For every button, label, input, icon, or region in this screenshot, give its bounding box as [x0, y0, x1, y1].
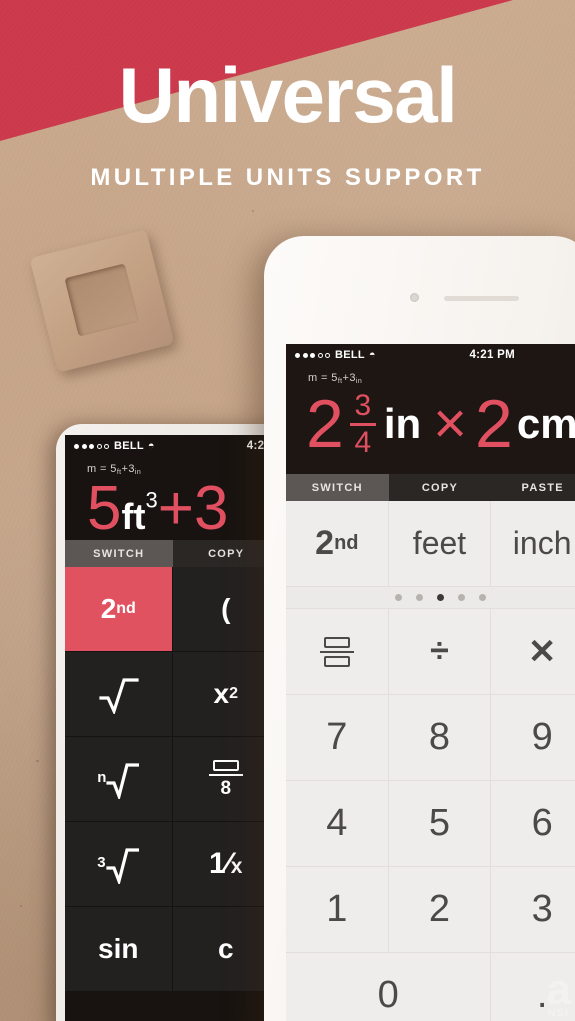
dark-phone-screen: BELL ◓ 4:21 m = 5ft+3in 5ft3+3 SWITCH CO… [65, 435, 280, 1021]
radical-index: 3 [97, 854, 106, 871]
reciprocal-denominator: x [230, 855, 243, 878]
fraction-numerator-box [323, 636, 350, 648]
expr-superscript: 3 [145, 487, 158, 513]
key-nth-root[interactable]: n [65, 737, 173, 822]
expr-fraction: 3 4 [349, 389, 376, 459]
front-camera-icon [410, 293, 419, 302]
earpiece-speaker [444, 296, 519, 301]
tab-paste[interactable]: PASTE [491, 474, 575, 501]
digit-8[interactable]: 8 [388, 695, 492, 781]
fraction-denominator-box [323, 655, 350, 667]
wifi-icon: ◓ [147, 440, 155, 452]
white-unit-row: 2nd feet inch [286, 501, 575, 587]
fraction-denominator: 4 [354, 425, 372, 459]
key-unit-inch[interactable]: inch [491, 501, 575, 587]
cube-radical-icon: 3 [97, 844, 140, 884]
key-label: x [213, 678, 230, 709]
expr-unit-1: in [383, 400, 422, 447]
signal-strength-icon [74, 443, 109, 449]
key-cube-root[interactable]: 3 [65, 822, 173, 907]
box-fraction-icon [319, 636, 354, 667]
signal-strength-icon [295, 352, 330, 358]
tab-switch[interactable]: SWITCH [286, 474, 389, 501]
box-fraction-icon: 8 [208, 760, 243, 799]
expr-operator: × [433, 391, 468, 456]
fraction-numerator: 3 [354, 389, 372, 422]
key-sine[interactable]: sin [65, 907, 173, 992]
expr-operator: + [157, 474, 194, 543]
fraction-bar [319, 650, 354, 653]
expr-number: 5 [87, 474, 122, 543]
carrier-label: BELL [335, 349, 365, 361]
decimal-point[interactable]: . [491, 953, 575, 1021]
radical-icon [97, 674, 139, 714]
digit-2[interactable]: 2 [388, 867, 492, 953]
key-label: 2 [315, 524, 335, 562]
key-superscript: nd [334, 532, 359, 554]
dark-expression-display: 5ft3+3 [65, 475, 280, 540]
digit-1[interactable]: 1 [286, 867, 389, 953]
digit-6[interactable]: 6 [491, 781, 575, 867]
digit-0[interactable]: 0 [286, 953, 492, 1021]
digit-9[interactable]: 9 [491, 695, 575, 781]
key-multiply[interactable]: ✕ [491, 609, 575, 695]
page-subtitle: MULTIPLE UNITS SUPPORT [90, 164, 485, 191]
fraction-bar [208, 774, 243, 776]
dark-tab-row: SWITCH COPY [65, 540, 280, 567]
key-second-function[interactable]: 2nd [65, 567, 173, 652]
digit-3[interactable]: 3 [491, 867, 575, 953]
paper-speck [20, 905, 22, 907]
key-fraction[interactable] [286, 609, 389, 695]
reciprocal-numerator: 1 [209, 847, 226, 880]
expr-operand: 2 [475, 386, 513, 462]
fraction-denominator: 8 [220, 778, 232, 799]
tab-switch[interactable]: SWITCH [65, 540, 173, 567]
dark-status-bar: BELL ◓ 4:21 [65, 435, 280, 457]
carrier-label: BELL [114, 440, 144, 452]
expr-unit: ft [121, 496, 146, 537]
paper-speck [252, 210, 254, 212]
dark-phone-mockup: BELL ◓ 4:21 m = 5ft+3in 5ft3+3 SWITCH CO… [56, 424, 280, 1021]
wifi-icon: ◓ [368, 349, 376, 361]
key-unit-feet[interactable]: feet [388, 501, 492, 587]
key-square-root[interactable] [65, 652, 173, 737]
page-dot[interactable] [478, 594, 486, 601]
white-operator-row: ÷ ✕ [286, 609, 575, 695]
unit-page-indicator[interactable] [286, 587, 575, 609]
dark-keypad: 2nd ( x2 n 8 3 1⁄x sin c [65, 567, 280, 992]
poster-stage: Universal MULTIPLE UNITS SUPPORT BELL ◓ … [0, 0, 575, 1021]
fraction-numerator-box [212, 760, 239, 771]
page-title: Universal [118, 51, 458, 139]
paper-speck [36, 760, 39, 762]
page-dot[interactable] [457, 594, 465, 601]
digit-7[interactable]: 7 [286, 695, 389, 781]
tab-copy[interactable]: COPY [388, 474, 492, 501]
key-superscript: nd [116, 600, 136, 617]
key-label: 2 [100, 593, 117, 624]
reciprocal-icon: 1⁄x [209, 847, 243, 880]
white-phone-mockup: BELL ◓ 4:21 PM m = 5ft+3in 2 3 4 in × 2 … [264, 236, 575, 1021]
expr-operand: 3 [193, 474, 229, 543]
digit-5[interactable]: 5 [388, 781, 492, 867]
key-divide[interactable]: ÷ [388, 609, 492, 695]
white-memory-line: m = 5ft+3in [308, 372, 363, 385]
page-dot-active[interactable] [436, 594, 444, 601]
digit-4[interactable]: 4 [286, 781, 389, 867]
white-number-pad: 7 8 9 4 5 6 1 2 3 0 . [286, 695, 575, 1021]
key-second-function[interactable]: 2nd [286, 501, 389, 587]
page-dot[interactable] [394, 594, 402, 601]
expr-whole: 2 [306, 386, 344, 462]
page-dot[interactable] [415, 594, 423, 601]
white-expression-display: 2 3 4 in × 2 cm [286, 384, 575, 468]
dark-memory-line: m = 5ft+3in [87, 463, 142, 476]
expr-unit-2: cm [516, 400, 575, 447]
white-phone-screen: BELL ◓ 4:21 PM m = 5ft+3in 2 3 4 in × 2 … [286, 344, 575, 1021]
white-display-area: BELL ◓ 4:21 PM m = 5ft+3in 2 3 4 in × 2 … [286, 344, 575, 474]
key-superscript: 2 [229, 685, 238, 702]
nth-radical-icon: n [97, 759, 140, 799]
white-status-bar: BELL ◓ 4:21 PM [286, 344, 575, 366]
white-tab-row: SWITCH COPY PASTE [286, 474, 575, 501]
radical-index: n [97, 769, 107, 786]
status-clock: 4:21 PM [469, 349, 515, 361]
